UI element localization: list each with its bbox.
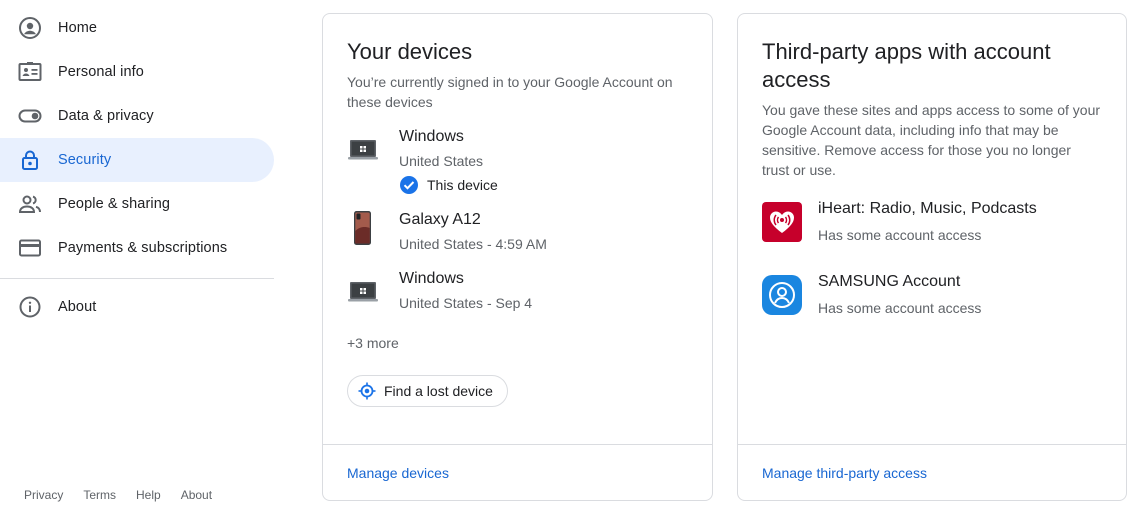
samsung-account-icon [762,275,802,315]
this-device-badge: This device [399,175,498,195]
device-name: Galaxy A12 [399,211,481,228]
iheart-icon [762,202,802,242]
footer-link-help[interactable]: Help [136,488,161,502]
sidebar-item-label: Payments & subscriptions [58,240,228,256]
app-item[interactable]: SAMSUNG Account Has some account access [762,273,1102,318]
sidebar-item-payments[interactable]: Payments & subscriptions [0,226,274,270]
app-name: iHeart: Radio, Music, Podcasts [818,200,1037,217]
sidebar-item-label: People & sharing [58,196,171,212]
account-circle-icon [18,16,42,40]
app-item[interactable]: iHeart: Radio, Music, Podcasts Has some … [762,200,1102,245]
credit-card-icon [18,236,42,260]
apps-card-description: You gave these sites and apps access to … [762,102,1101,178]
sidebar-item-label: Data & privacy [58,108,154,124]
device-name: Windows [399,128,464,145]
device-location: United States - Sep 4 [399,295,533,311]
devices-card-footer: Manage devices [323,444,712,500]
phone-icon [347,209,399,254]
device-name: Windows [399,270,464,287]
lock-icon [18,148,42,172]
footer-link-about[interactable]: About [181,488,212,502]
footer-links: Privacy Terms Help About [24,488,212,502]
sidebar-item-security[interactable]: Security [0,138,274,182]
sidebar-item-home[interactable]: Home [0,6,274,50]
sidebar-item-personal-info[interactable]: Personal info [0,50,274,94]
third-party-apps-card: Third-party apps with account access You… [737,13,1127,501]
footer-link-terms[interactable]: Terms [83,488,116,502]
people-icon [18,192,42,216]
footer-link-privacy[interactable]: Privacy [24,488,63,502]
app-name: SAMSUNG Account [818,273,961,290]
apps-card-title: Third-party apps with account access [762,39,1051,92]
device-item[interactable]: Windows United States This device [347,126,688,195]
device-location: United States [399,153,484,169]
devices-card-title: Your devices [347,39,473,64]
sidebar-item-data-privacy[interactable]: Data & privacy [0,94,274,138]
manage-devices-link[interactable]: Manage devices [347,465,449,481]
check-circle-icon [400,176,418,194]
sidebar-item-label: Home [58,20,98,36]
device-item[interactable]: Windows United States - Sep 4 [347,268,688,313]
sidebar-item-label: About [58,299,97,315]
sidebar-divider [0,278,274,279]
more-devices-link[interactable]: +3 more [347,335,688,351]
app-access: Has some account access [818,300,982,316]
toggle-icon [18,104,42,128]
sidebar-item-people-sharing[interactable]: People & sharing [0,182,274,226]
device-location: United States - 4:59 AM [399,236,547,252]
sidebar-item-label: Security [58,152,112,168]
sidebar-item-about[interactable]: About [0,285,274,329]
sidebar-item-label: Personal info [58,64,144,80]
app-access: Has some account access [818,227,982,243]
laptop-icon [347,268,399,313]
devices-card-description: You’re currently signed in to your Googl… [347,74,673,110]
sidebar: Home Personal info Data & privacy Securi… [0,0,274,517]
this-device-label: This device [427,177,498,193]
badge-icon [18,60,42,84]
devices-card: Your devices You’re currently signed in … [322,13,713,501]
sidebar-nav: Home Personal info Data & privacy Securi… [0,0,274,270]
info-icon [18,295,42,319]
manage-third-party-access-link[interactable]: Manage third-party access [762,465,927,481]
device-item[interactable]: Galaxy A12 United States - 4:59 AM [347,209,688,254]
apps-card-footer: Manage third-party access [738,444,1126,500]
find-lost-device-label: Find a lost device [384,383,493,399]
laptop-icon [347,126,399,195]
locate-icon [358,382,376,400]
find-lost-device-button[interactable]: Find a lost device [347,375,508,407]
